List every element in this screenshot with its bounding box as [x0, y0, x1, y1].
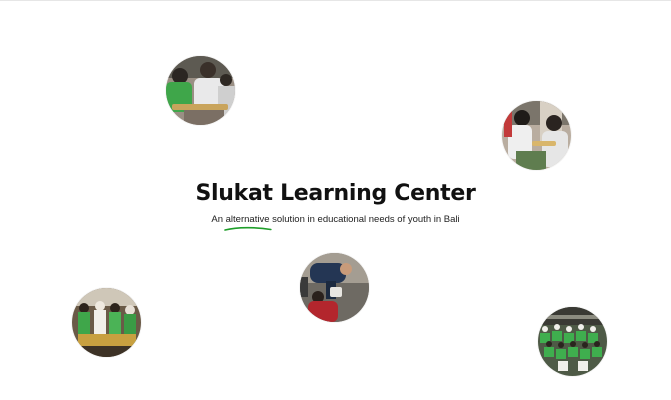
photo-students-green-shirts-image	[166, 56, 235, 125]
photo-students-green-shirts	[166, 56, 235, 125]
highlight-underline-icon	[223, 226, 272, 231]
photo-crowd-green-shirts-image	[538, 307, 607, 376]
page-subtitle: An alternative solution in educational n…	[0, 213, 671, 231]
subtitle-highlight: alternative	[223, 213, 272, 231]
photo-traditional-dress-group	[72, 288, 141, 357]
photo-crowd-green-shirts	[538, 307, 607, 376]
subtitle-lead-text: An	[211, 214, 226, 225]
photo-volunteer-helping-image	[300, 253, 369, 322]
subtitle-trailing-text: solution in educational needs of youth i…	[269, 214, 460, 225]
top-divider	[0, 0, 671, 1]
page-title: Slukat Learning Center	[195, 181, 476, 206]
photo-students-bamboo-craft	[502, 101, 571, 170]
subtitle-highlight-text: alternative	[225, 214, 270, 225]
photo-volunteer-helping	[300, 253, 369, 322]
photo-students-bamboo-craft-image	[502, 101, 571, 170]
hero-section: Slukat Learning Center An alternative so…	[0, 178, 671, 231]
photo-traditional-dress-group-image	[72, 288, 141, 357]
